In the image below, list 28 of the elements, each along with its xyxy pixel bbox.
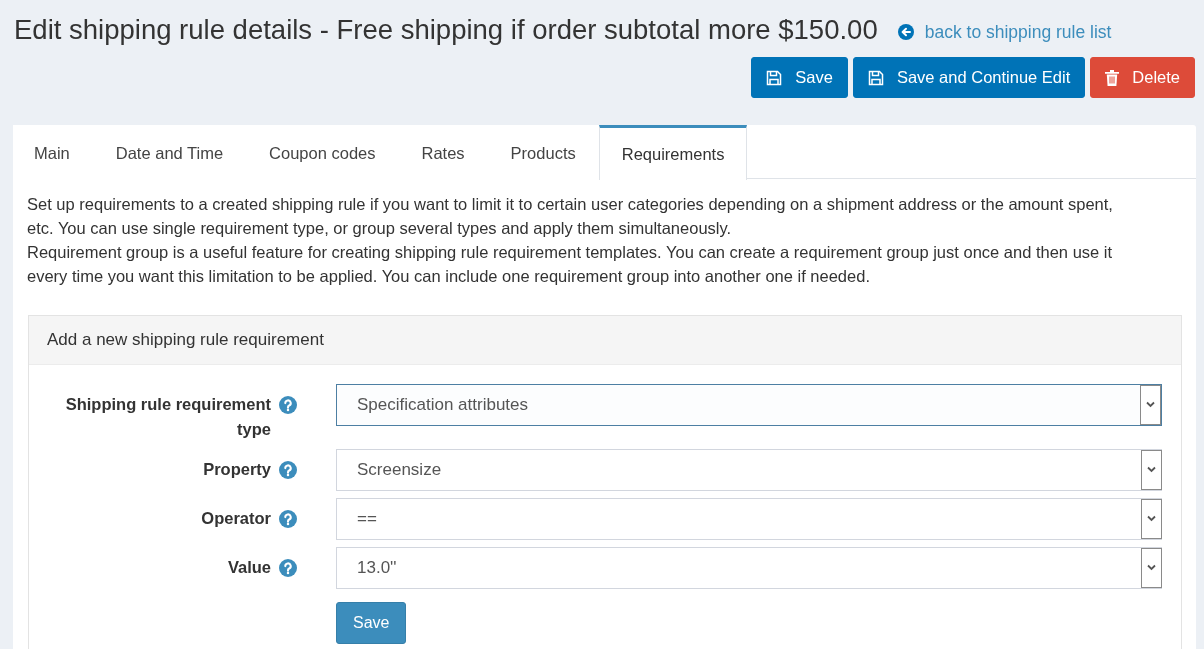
field-label: Property xyxy=(203,459,271,480)
select-field[interactable]: Screensize xyxy=(336,449,1162,491)
select-field[interactable]: 13.0'' xyxy=(336,547,1162,589)
trash-icon xyxy=(1105,69,1120,86)
description-text: Set up requirements to a created shipping rule if you want to limit it to certain user categories depending on a shipment address or the amount spent, etc. You can use single requirement type, or group several types and apply them simultaneously. xyxy=(27,194,1114,239)
select-field[interactable]: == xyxy=(336,498,1162,540)
field-label: Value xyxy=(227,557,271,578)
panel-title: Add a new shipping rule requirement xyxy=(29,316,1181,365)
select-field[interactable]: Specification attributes xyxy=(336,384,1162,426)
help-icon[interactable] xyxy=(279,510,297,528)
help-icon[interactable] xyxy=(279,396,297,414)
field-label: Operator xyxy=(201,508,271,529)
dropdown-chevron-icon[interactable] xyxy=(1140,385,1161,425)
dropdown-chevron-icon[interactable] xyxy=(1141,450,1162,490)
dropdown-chevron-icon[interactable] xyxy=(1141,548,1162,588)
dropdown-chevron-icon[interactable] xyxy=(1141,499,1162,539)
page-title: Edit shipping rule details - Free shipping if order subtotal more $150.00 xyxy=(14,13,878,46)
description-text: Requirement group is a useful feature for creating shipping rule requirement templates. You can create a requirement group just once and then use it every time you want this limitation to be applied. You can include one requirement group into another one if needed. xyxy=(27,242,1114,287)
help-icon[interactable] xyxy=(279,559,297,577)
save-button[interactable]: Save and Continue Edit xyxy=(852,57,1086,98)
delete-button[interactable]: Delete xyxy=(1090,57,1195,98)
field-label: Shipping rule requirement type xyxy=(64,394,271,440)
save-button[interactable]: Save xyxy=(751,57,848,98)
tab[interactable]: Main xyxy=(13,125,93,179)
tab[interactable]: Requirements xyxy=(598,125,748,180)
arrow-left-circle-icon xyxy=(897,24,914,40)
save-button[interactable]: Save xyxy=(336,602,407,644)
help-icon[interactable] xyxy=(279,461,297,479)
